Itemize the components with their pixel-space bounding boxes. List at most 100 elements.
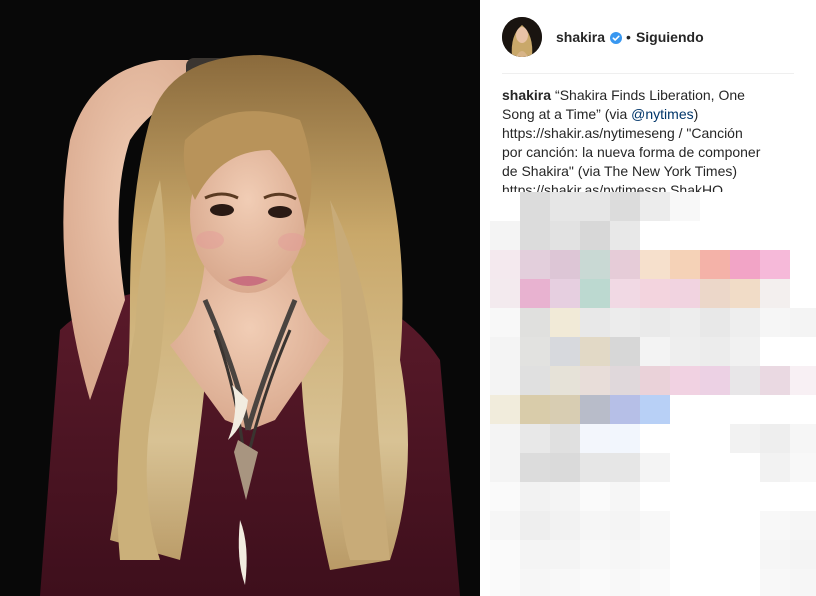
mosaic-cell	[520, 395, 550, 425]
mosaic-cell	[640, 221, 670, 251]
username-link[interactable]: shakira	[556, 29, 605, 45]
mosaic-cell	[580, 308, 610, 338]
mosaic-cell	[700, 279, 730, 309]
mosaic-cell	[730, 395, 760, 425]
mosaic-cell	[640, 279, 670, 309]
mosaic-cell	[670, 366, 700, 396]
mosaic-cell	[550, 511, 580, 541]
mosaic-cell	[640, 482, 670, 512]
mosaic-cell	[490, 540, 520, 570]
mosaic-cell	[550, 308, 580, 338]
mosaic-cell	[790, 279, 816, 309]
mosaic-cell	[550, 221, 580, 251]
mosaic-cell	[610, 453, 640, 483]
mosaic-cell	[520, 540, 550, 570]
mosaic-cell	[760, 308, 790, 338]
mosaic-cell	[520, 453, 550, 483]
mosaic-cell	[730, 279, 760, 309]
caption-text-2a: Song at a Time” (via	[502, 106, 632, 122]
mosaic-cell	[700, 424, 730, 454]
mosaic-cell	[520, 482, 550, 512]
mosaic-cell	[610, 540, 640, 570]
mosaic-cell	[490, 250, 520, 280]
separator-dot: •	[626, 29, 631, 45]
mosaic-cell	[760, 511, 790, 541]
mosaic-cell	[550, 279, 580, 309]
mosaic-cell	[790, 511, 816, 541]
mosaic-cell	[670, 511, 700, 541]
mosaic-cell	[760, 569, 790, 596]
mosaic-cell	[790, 308, 816, 338]
mosaic-cell	[490, 395, 520, 425]
mosaic-cell	[760, 395, 790, 425]
mosaic-cell	[610, 569, 640, 596]
mosaic-cell	[730, 424, 760, 454]
mosaic-cell	[700, 569, 730, 596]
mosaic-cell	[730, 511, 760, 541]
mosaic-cell	[730, 453, 760, 483]
mosaic-cell	[490, 308, 520, 338]
mosaic-cell	[730, 308, 760, 338]
mosaic-cell	[760, 366, 790, 396]
mosaic-cell	[520, 424, 550, 454]
mosaic-cell	[640, 366, 670, 396]
mosaic-cell	[790, 366, 816, 396]
following-button[interactable]: Siguiendo	[636, 29, 704, 45]
mosaic-cell	[760, 192, 790, 222]
mosaic-cell	[580, 511, 610, 541]
mosaic-cell	[700, 308, 730, 338]
mosaic-cell	[730, 482, 760, 512]
mosaic-cell	[670, 221, 700, 251]
mosaic-cell	[670, 424, 700, 454]
mosaic-cell	[640, 395, 670, 425]
mosaic-cell	[610, 395, 640, 425]
mosaic-cell	[730, 569, 760, 596]
mosaic-cell	[490, 279, 520, 309]
caption-text-2b: )	[693, 106, 699, 122]
caption-line-1: shakira “Shakira Finds Liberation, One	[502, 86, 798, 105]
instagram-post-window: shakira • Siguiendo shakira “Shakira Find…	[0, 0, 816, 596]
mosaic-cell	[760, 279, 790, 309]
mention-link[interactable]: @nytimes	[631, 106, 693, 122]
avatar[interactable]	[502, 17, 542, 57]
mosaic-cell	[700, 337, 730, 367]
mosaic-cell	[490, 337, 520, 367]
mosaic-cell	[520, 308, 550, 338]
mosaic-cell	[640, 308, 670, 338]
mosaic-cell	[670, 569, 700, 596]
mosaic-cell	[550, 192, 580, 222]
mosaic-cell	[490, 424, 520, 454]
mosaic-cell	[580, 424, 610, 454]
mosaic-cell	[550, 366, 580, 396]
mosaic-cell	[490, 569, 520, 596]
mosaic-cell	[760, 337, 790, 367]
verified-badge-icon	[610, 31, 623, 44]
mosaic-cell	[790, 424, 816, 454]
mosaic-cell	[610, 221, 640, 251]
mosaic-cell	[670, 192, 700, 222]
caption-text-1: “Shakira Finds Liberation, One	[555, 87, 745, 103]
post-caption: shakira “Shakira Finds Liberation, One So…	[502, 86, 798, 200]
mosaic-cell	[610, 308, 640, 338]
caption-username-link[interactable]: shakira	[502, 87, 551, 103]
mosaic-cell	[610, 366, 640, 396]
mosaic-cell	[730, 540, 760, 570]
mosaic-cell	[610, 337, 640, 367]
mosaic-cell	[670, 453, 700, 483]
mosaic-cell	[580, 192, 610, 222]
mosaic-cell	[550, 424, 580, 454]
mosaic-cell	[760, 453, 790, 483]
mosaic-cell	[580, 337, 610, 367]
mosaic-cell	[490, 221, 520, 251]
mosaic-cell	[520, 279, 550, 309]
mosaic-cell	[490, 192, 520, 222]
mosaic-cell	[790, 453, 816, 483]
mosaic-cell	[700, 250, 730, 280]
mosaic-cell	[610, 279, 640, 309]
mosaic-cell	[610, 482, 640, 512]
mosaic-cell	[520, 337, 550, 367]
mosaic-cell	[790, 337, 816, 367]
mosaic-cell	[520, 192, 550, 222]
post-photo[interactable]	[0, 0, 480, 596]
mosaic-cell	[490, 453, 520, 483]
